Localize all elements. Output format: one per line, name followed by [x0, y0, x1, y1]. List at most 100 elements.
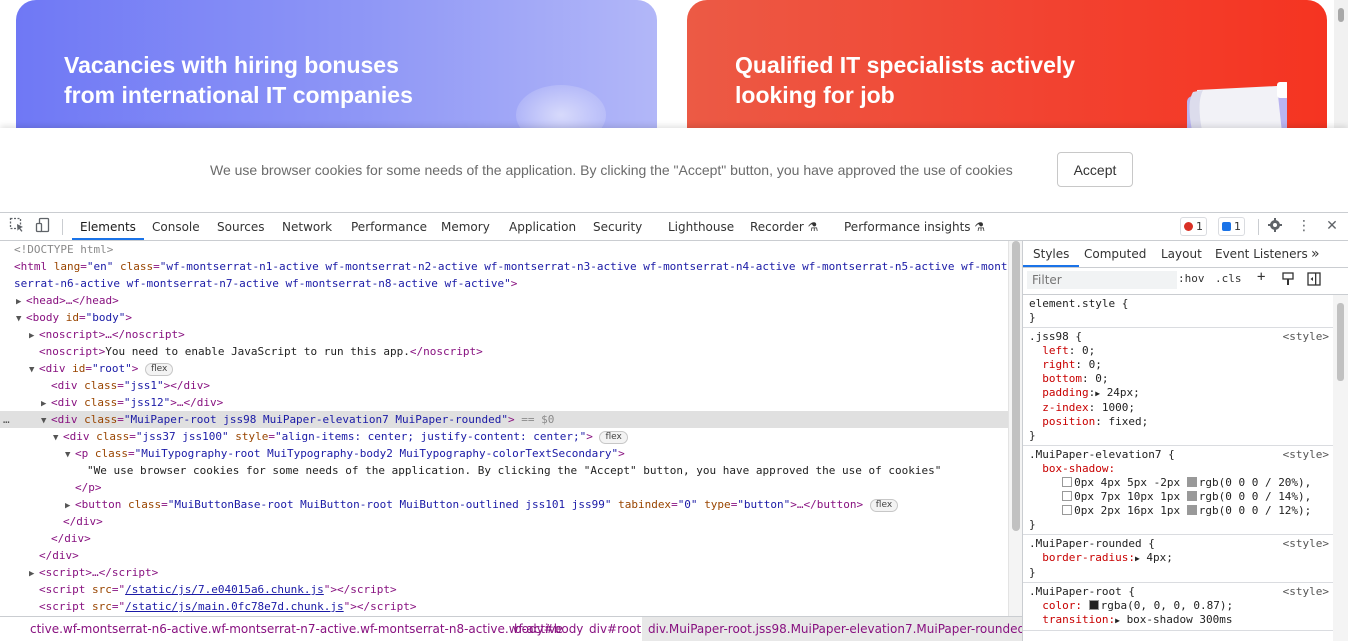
- tab-styles[interactable]: Styles: [1023, 241, 1080, 267]
- tab-sources[interactable]: Sources: [217, 213, 264, 240]
- more-tabs-chevron-icon[interactable]: »: [1311, 241, 1320, 267]
- dom-node[interactable]: <html lang="en" class="wf-montserrat-n1-…: [14, 258, 1008, 275]
- new-rule-plus-icon[interactable]: +: [1257, 269, 1265, 285]
- dom-node[interactable]: ▼ <div id="root"> flex: [29, 360, 1008, 377]
- rule-source-link[interactable]: <style>: [1283, 448, 1329, 461]
- accept-button[interactable]: Accept: [1057, 152, 1133, 187]
- errors-badge[interactable]: 1: [1180, 217, 1207, 236]
- dom-node[interactable]: </div>: [51, 530, 1008, 547]
- style-rule-elevation7[interactable]: <style> .MuiPaper-elevation7 { box-shado…: [1023, 446, 1333, 535]
- messages-count: 1: [1234, 220, 1241, 233]
- tab-event-listeners[interactable]: Event Listeners: [1215, 241, 1308, 267]
- cookie-message: We use browser cookies for some needs of…: [210, 162, 1013, 178]
- tab-performance-insights[interactable]: Performance insights ⚗: [844, 213, 985, 240]
- dom-node[interactable]: ▶ <script>…</script>: [29, 564, 1008, 581]
- tab-application[interactable]: Application: [509, 213, 576, 240]
- beaker-icon: ⚗: [807, 220, 819, 234]
- paper-illustration-icon: [1187, 82, 1287, 128]
- beaker-icon: ⚗: [974, 220, 986, 234]
- error-icon: [1184, 222, 1193, 231]
- errors-count: 1: [1196, 220, 1203, 233]
- styles-rules: element.style { } <style> .jss98 { left:…: [1023, 295, 1333, 641]
- style-rule-jss98[interactable]: <style> .jss98 { left: 0; right: 0; bott…: [1023, 328, 1333, 446]
- messages-badge[interactable]: 1: [1218, 217, 1245, 236]
- dom-node[interactable]: <noscript>You need to enable JavaScript …: [39, 343, 1008, 360]
- promo-card-title: Vacancies with hiring bonuses from inter…: [64, 52, 413, 108]
- inspect-element-icon[interactable]: [8, 217, 26, 235]
- devtools-panel: Elements Console Sources Network Perform…: [0, 212, 1348, 642]
- message-icon: [1222, 222, 1231, 231]
- rule-source-link[interactable]: <style>: [1283, 585, 1329, 598]
- flex-badge[interactable]: flex: [869, 499, 899, 512]
- tab-network[interactable]: Network: [282, 213, 332, 240]
- style-rule-rounded[interactable]: <style> .MuiPaper-rounded { border-radiu…: [1023, 535, 1333, 583]
- settings-gear-icon[interactable]: [1266, 217, 1284, 235]
- style-rule-paper-root[interactable]: <style> .MuiPaper-root { color: rgba(0, …: [1023, 583, 1333, 631]
- rule-source-link[interactable]: <style>: [1283, 330, 1329, 343]
- tab-elements[interactable]: Elements: [72, 213, 144, 240]
- dom-node-selected[interactable]: … ▼ <div class="MuiPaper-root jss98 MuiPap…: [0, 411, 1008, 428]
- dom-node[interactable]: <div class="jss1"></div>: [51, 377, 1008, 394]
- paint-brush-icon[interactable]: [1281, 272, 1295, 289]
- page-scrollbar[interactable]: [1334, 0, 1348, 128]
- tab-console[interactable]: Console: [152, 213, 200, 240]
- tab-recorder[interactable]: Recorder ⚗: [750, 213, 818, 240]
- more-options-icon[interactable]: ⋮: [1295, 217, 1313, 235]
- style-rule-element[interactable]: element.style { }: [1023, 295, 1333, 328]
- dom-node[interactable]: ▶ <head>…</head>: [16, 292, 1008, 309]
- dom-node[interactable]: <script src="/static/js/main.0fc78e7d.ch…: [39, 598, 1008, 615]
- tab-lighthouse[interactable]: Lighthouse: [668, 213, 734, 240]
- rule-source-link[interactable]: <style>: [1283, 537, 1329, 550]
- more-dots-icon[interactable]: …: [3, 411, 10, 428]
- dom-node[interactable]: ▶ <div class="jss12">…</div>: [41, 394, 1008, 411]
- dom-node[interactable]: ▼ <body id="body">: [16, 309, 1008, 326]
- glow-decoration: [516, 85, 606, 128]
- tab-security[interactable]: Security: [593, 213, 642, 240]
- styles-filter-input[interactable]: [1027, 271, 1177, 289]
- cookie-banner: We use browser cookies for some needs of…: [0, 128, 1348, 212]
- cls-toggle[interactable]: .cls: [1215, 272, 1242, 285]
- dom-node[interactable]: </div>: [39, 547, 1008, 564]
- dom-node[interactable]: </p>: [75, 479, 1008, 496]
- breadcrumb-item-selected[interactable]: div.MuiPaper-root.jss98.MuiPaper-elevati…: [642, 617, 1022, 641]
- styles-pane: Styles Computed Layout Event Listeners »…: [1022, 241, 1348, 641]
- tab-computed[interactable]: Computed: [1084, 241, 1146, 267]
- dom-node[interactable]: ▶ <button class="MuiButtonBase-root MuiBu…: [65, 496, 1008, 513]
- close-icon[interactable]: ✕: [1323, 217, 1341, 235]
- tab-recorder-label: Recorder: [750, 220, 804, 234]
- dom-node[interactable]: <script src="/static/js/7.e04015a6.chunk…: [39, 581, 1008, 598]
- promo-card-specialists[interactable]: Qualified IT specialists actively lookin…: [687, 0, 1327, 128]
- breadcrumb: ctive.wf-montserrat-n6-active.wf-montser…: [0, 616, 1022, 642]
- flex-badge[interactable]: flex: [145, 363, 174, 376]
- elements-tree[interactable]: <!DOCTYPE html> <html lang="en" class="w…: [0, 241, 1008, 616]
- dom-node[interactable]: </div>: [63, 513, 1008, 530]
- dom-node[interactable]: <!DOCTYPE html>: [14, 241, 1008, 258]
- dom-node[interactable]: ▶ <noscript>…</noscript>: [29, 326, 1008, 343]
- dom-node[interactable]: ▼ <p class="MuiTypography-root MuiTypogra…: [65, 445, 1008, 462]
- device-toolbar-icon[interactable]: [34, 217, 52, 235]
- page-top: Vacancies with hiring bonuses from inter…: [0, 0, 1348, 128]
- tab-memory[interactable]: Memory: [441, 213, 490, 240]
- breadcrumb-item[interactable]: ctive.wf-montserrat-n6-active.wf-montser…: [30, 617, 563, 641]
- dom-node[interactable]: ▼ <div class="jss37 jss100" style="align-…: [53, 428, 1008, 445]
- script-link[interactable]: /static/js/7.e04015a6.chunk.js: [125, 583, 324, 596]
- tab-performance[interactable]: Performance: [351, 213, 427, 240]
- elements-scrollbar[interactable]: [1008, 241, 1023, 616]
- toggle-sidebar-icon[interactable]: [1307, 272, 1321, 289]
- dom-text-node[interactable]: "We use browser cookies for some needs o…: [87, 462, 1008, 479]
- script-link[interactable]: /static/js/main.0fc78e7d.chunk.js: [125, 600, 344, 613]
- hov-toggle[interactable]: :hov: [1178, 272, 1205, 285]
- breadcrumb-item[interactable]: body#body: [514, 617, 583, 641]
- styles-scrollbar[interactable]: [1333, 295, 1348, 641]
- rule-selector: element.style {: [1029, 297, 1129, 310]
- dom-node[interactable]: serrat-n6-active wf-montserrat-n7-active…: [14, 275, 1008, 292]
- styles-tabs: Styles Computed Layout Event Listeners »: [1023, 241, 1348, 268]
- styles-filter-bar: :hov .cls +: [1023, 268, 1348, 295]
- devtools-toolbar: Elements Console Sources Network Perform…: [0, 213, 1348, 241]
- flex-badge[interactable]: flex: [599, 431, 628, 444]
- promo-card-title: Qualified IT specialists actively lookin…: [735, 52, 1076, 108]
- tab-layout[interactable]: Layout: [1161, 241, 1202, 267]
- promo-card-vacancies[interactable]: Vacancies with hiring bonuses from inter…: [16, 0, 657, 128]
- breadcrumb-item[interactable]: div#root: [589, 617, 641, 641]
- tab-performance-insights-label: Performance insights: [844, 220, 971, 234]
